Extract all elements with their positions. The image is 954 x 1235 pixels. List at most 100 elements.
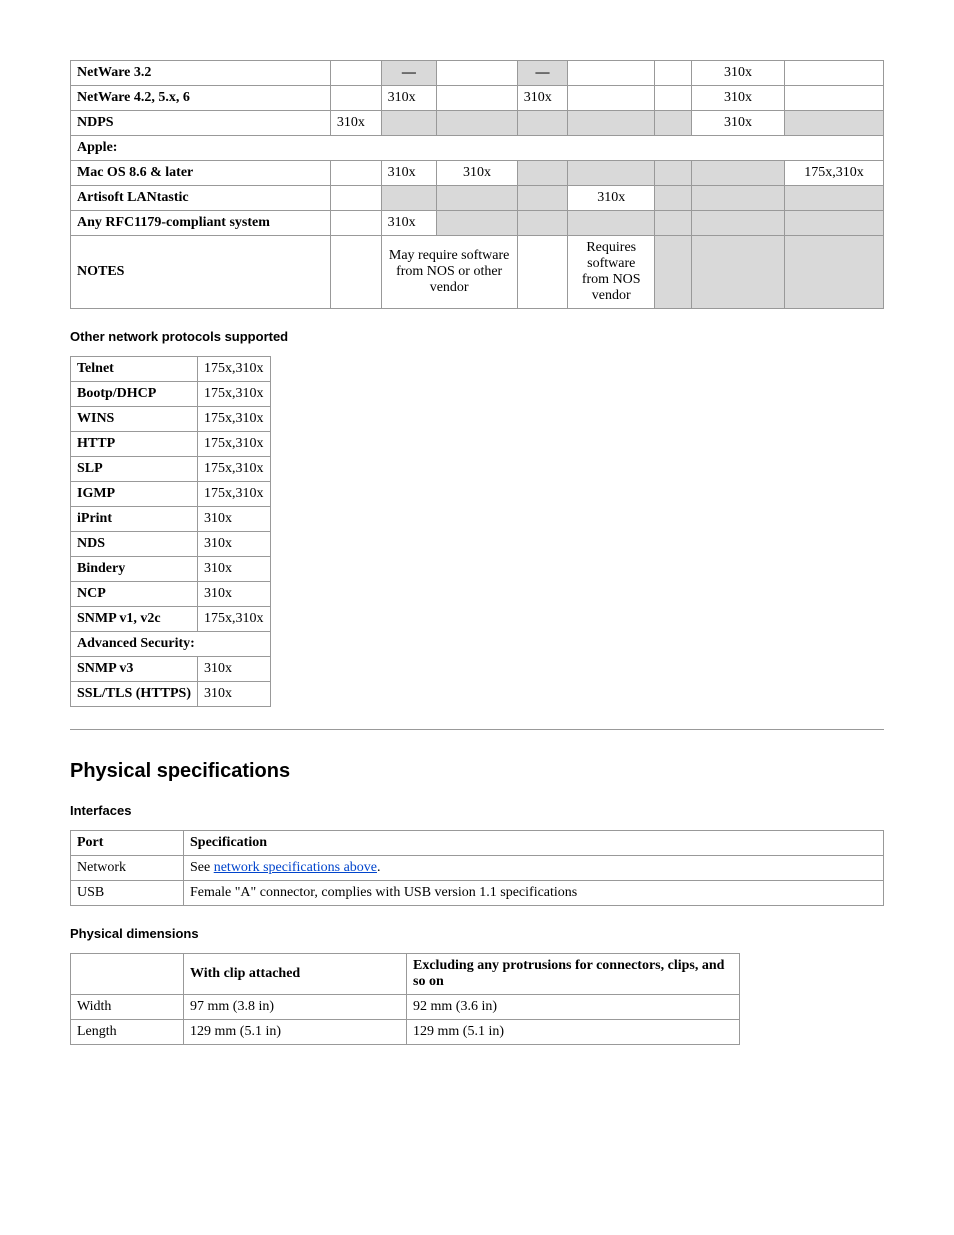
protocol-value: 310x (198, 532, 271, 557)
protocol-value: 175x,310x (198, 457, 271, 482)
cell (330, 186, 381, 211)
notes-cell: May require software from NOS or other v… (381, 236, 517, 309)
table-row: Width97 mm (3.8 in)92 mm (3.6 in) (71, 995, 740, 1020)
cell (655, 186, 692, 211)
row-label: Mac OS 8.6 & later (71, 161, 331, 186)
port-cell: USB (71, 881, 184, 906)
cell: 310x (517, 86, 568, 111)
cell (568, 61, 655, 86)
cell (517, 161, 568, 186)
protocol-value: 310x (198, 557, 271, 582)
table-row: Artisoft LANtastic310x (71, 186, 884, 211)
cell (517, 211, 568, 236)
cell (655, 161, 692, 186)
interfaces-table: Port Specification NetworkSee network sp… (70, 830, 884, 906)
dim-cell: 129 mm (5.1 in) (184, 1020, 407, 1045)
cell (437, 61, 517, 86)
cell (330, 86, 381, 111)
cell (655, 111, 692, 136)
dim-header-blank (71, 954, 184, 995)
protocol-value: 175x,310x (198, 382, 271, 407)
row-label: NetWare 4.2, 5.x, 6 (71, 86, 331, 111)
row-label: Any RFC1179-compliant system (71, 211, 331, 236)
cell (437, 211, 517, 236)
cell: — (381, 61, 437, 86)
spec-cell: See network specifications above. (184, 856, 884, 881)
cell (784, 211, 883, 236)
cell (784, 111, 883, 136)
protocol-name: Telnet (71, 357, 198, 382)
dim-header-excl: Excluding any protrusions for connectors… (407, 954, 740, 995)
cell (568, 111, 655, 136)
other-protocols-heading: Other network protocols supported (70, 329, 884, 344)
cell (437, 186, 517, 211)
table-row: NOTESMay require software from NOS or ot… (71, 236, 884, 309)
cell (784, 186, 883, 211)
dimensions-heading: Physical dimensions (70, 926, 884, 941)
table-row: Bootp/DHCP175x,310x (71, 382, 271, 407)
row-label: NetWare 3.2 (71, 61, 331, 86)
cell (692, 236, 785, 309)
dim-label: Length (71, 1020, 184, 1045)
cell (655, 211, 692, 236)
cell (381, 186, 437, 211)
row-label: NDPS (71, 111, 331, 136)
cell (784, 86, 883, 111)
cell (655, 86, 692, 111)
row-label: Apple: (71, 136, 884, 161)
table-row: SLP175x,310x (71, 457, 271, 482)
network-spec-link[interactable]: network specifications above (214, 860, 377, 875)
table-row: NDPS310x310x (71, 111, 884, 136)
protocol-name: WINS (71, 407, 198, 432)
dim-header-clip: With clip attached (184, 954, 407, 995)
dim-cell: 97 mm (3.8 in) (184, 995, 407, 1020)
port-cell: Network (71, 856, 184, 881)
protocol-name: NDS (71, 532, 198, 557)
protocol-name: Bootp/DHCP (71, 382, 198, 407)
cell (568, 161, 655, 186)
cell (437, 111, 517, 136)
protocol-name: HTTP (71, 432, 198, 457)
table-row: Any RFC1179-compliant system 310x (71, 211, 884, 236)
protocols-table: Telnet175x,310xBootp/DHCP175x,310xWINS17… (70, 356, 271, 707)
section-divider (70, 729, 884, 730)
cell (381, 111, 437, 136)
cell (784, 236, 883, 309)
protocol-name: IGMP (71, 482, 198, 507)
protocol-value: 175x,310x (198, 482, 271, 507)
row-label: Artisoft LANtastic (71, 186, 331, 211)
cell: — (517, 61, 568, 86)
cell (692, 186, 785, 211)
interfaces-header-spec: Specification (184, 831, 884, 856)
cell: 310x (381, 86, 437, 111)
table-row: NetWare 3.2——310x (71, 61, 884, 86)
protocol-value: 175x,310x (198, 607, 271, 632)
cell: 310x (381, 161, 437, 186)
network-compat-table: NetWare 3.2——310xNetWare 4.2, 5.x, 6310x… (70, 60, 884, 309)
table-row: IGMP175x,310x (71, 482, 271, 507)
cell (655, 236, 692, 309)
physical-spec-heading: Physical specifications (70, 760, 884, 783)
cell: 310x (381, 211, 437, 236)
table-row: HTTP175x,310x (71, 432, 271, 457)
table-row: SNMP v1, v2c175x,310x (71, 607, 271, 632)
table-row: iPrint310x (71, 507, 271, 532)
protocol-name: SLP (71, 457, 198, 482)
protocol-name: SNMP v3 (71, 657, 198, 682)
cell (330, 211, 381, 236)
protocol-name: Advanced Security: (71, 632, 271, 657)
dim-cell: 129 mm (5.1 in) (407, 1020, 740, 1045)
table-row: Mac OS 8.6 & later310x310x175x,310x (71, 161, 884, 186)
cell (692, 161, 785, 186)
cell: 310x (692, 86, 785, 111)
protocol-value: 310x (198, 682, 271, 707)
cell (655, 61, 692, 86)
cell: 310x (692, 111, 785, 136)
cell (568, 211, 655, 236)
cell (437, 86, 517, 111)
table-row: Telnet175x,310x (71, 357, 271, 382)
cell (517, 236, 568, 309)
table-row: WINS175x,310x (71, 407, 271, 432)
protocol-name: Bindery (71, 557, 198, 582)
spec-cell: Female "A" connector, complies with USB … (184, 881, 884, 906)
